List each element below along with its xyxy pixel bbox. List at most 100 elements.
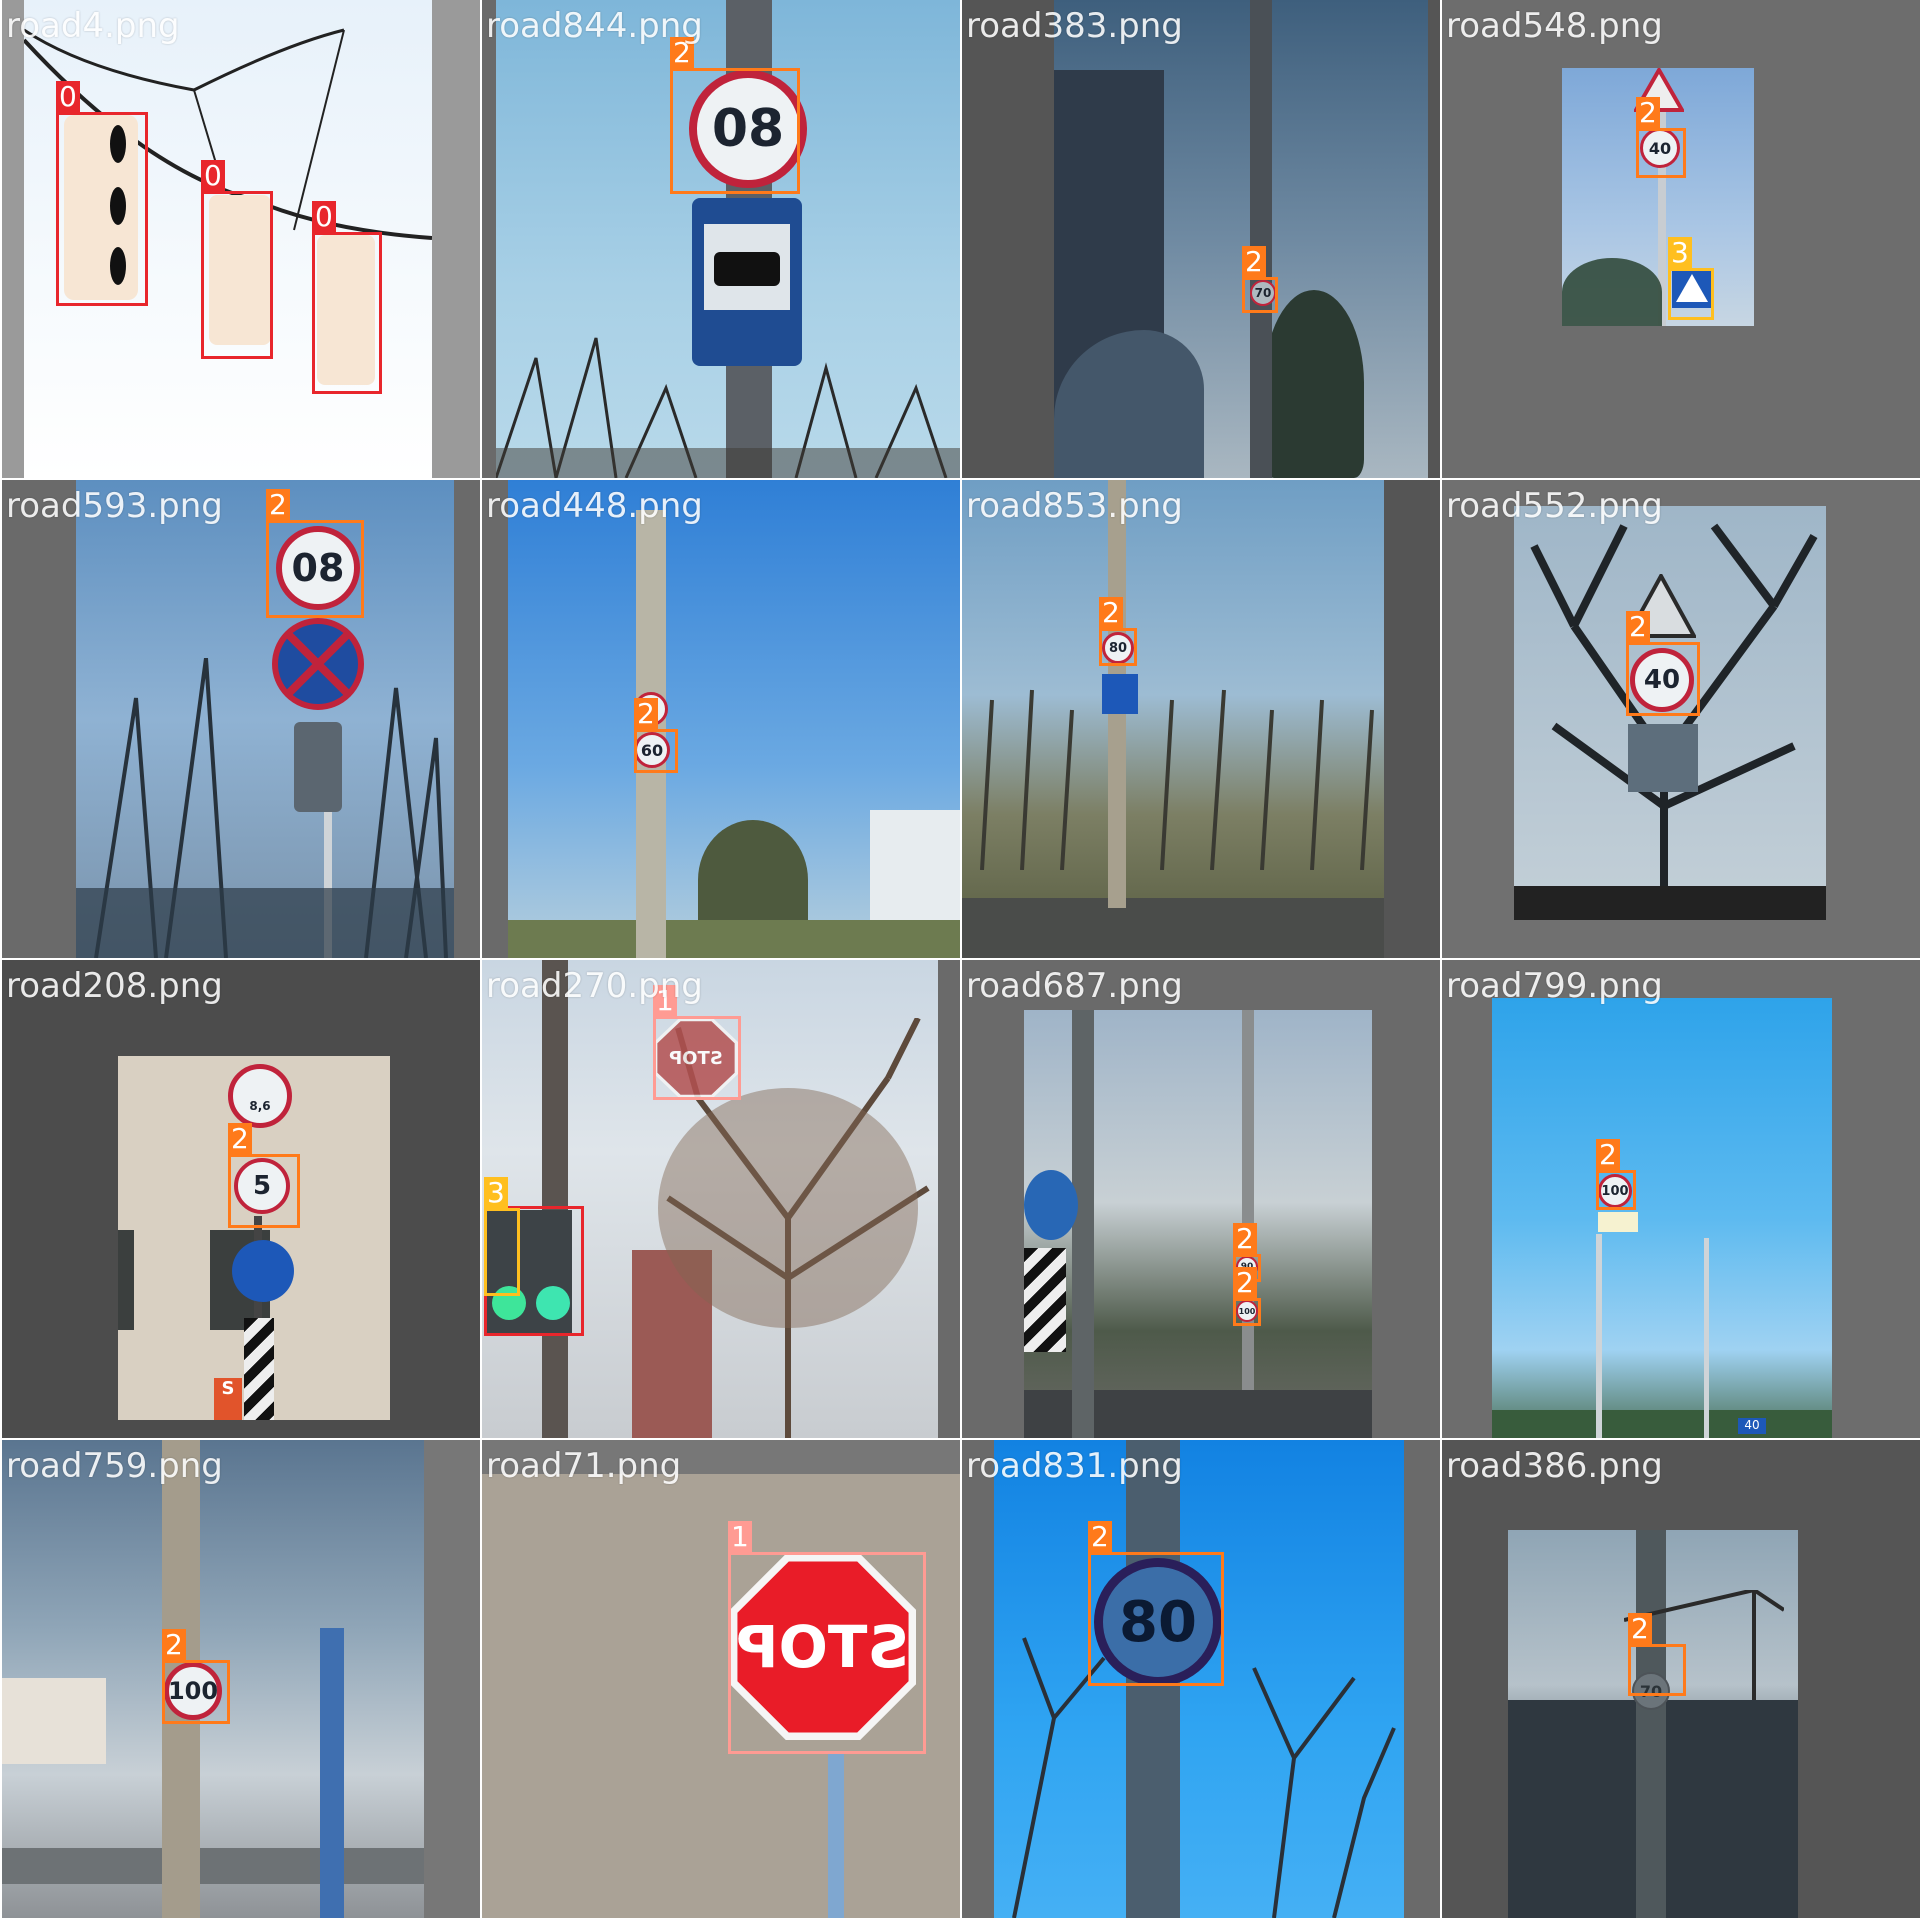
class-label: 2 xyxy=(1636,97,1660,129)
tree xyxy=(1264,290,1364,478)
bbox-class-2: 2 xyxy=(1596,1139,1636,1210)
bus-stop-sign xyxy=(692,198,802,366)
class-label: 2 xyxy=(228,1123,252,1155)
class-label: 1 xyxy=(728,1521,752,1553)
road xyxy=(962,898,1384,958)
pole xyxy=(1596,1234,1602,1438)
bbox-class-2: 2 xyxy=(634,698,678,773)
photo: 100 40 xyxy=(1492,998,1832,1438)
treeline xyxy=(1492,1410,1832,1438)
bbox-class-3: 3 xyxy=(484,1177,520,1296)
class-label: 2 xyxy=(1233,1223,1257,1255)
bbox-class-2: 2 xyxy=(162,1629,230,1724)
arrow-sign xyxy=(294,722,342,812)
class-label: 2 xyxy=(1099,597,1123,629)
photo: 90 100 xyxy=(1024,1010,1372,1438)
class-label: 0 xyxy=(56,81,80,113)
photo: 60 xyxy=(508,480,960,958)
tile-road593: 08 2 road593.png xyxy=(2,480,480,958)
filename-label: road208.png xyxy=(6,966,223,1006)
filename-label: road687.png xyxy=(966,966,1183,1006)
pole xyxy=(828,1754,844,1918)
class-label: 3 xyxy=(1668,237,1692,269)
photo: 70 xyxy=(1508,1530,1798,1918)
billboard xyxy=(2,1678,106,1764)
pole xyxy=(1250,0,1272,478)
filename-label: road4.png xyxy=(6,6,180,46)
trees xyxy=(76,658,454,958)
tile-road759: 100 2 road759.png xyxy=(2,1440,480,1918)
filename-label: road71.png xyxy=(486,1446,682,1486)
bbox-class-2: 2 xyxy=(266,489,364,618)
tile-road831: 80 2 road831.png xyxy=(962,1440,1440,1918)
class-label: 0 xyxy=(201,160,225,192)
pole xyxy=(1072,1010,1094,1438)
ground xyxy=(508,920,960,958)
class-label: 3 xyxy=(484,1177,508,1209)
tile-road386: 70 2 road386.png xyxy=(1442,1440,1920,1918)
filename-label: road548.png xyxy=(1446,6,1663,46)
filename-label: road759.png xyxy=(6,1446,223,1486)
bbox-class-0: 0 xyxy=(56,81,148,306)
class-label: 2 xyxy=(1088,1521,1112,1553)
bbox-class-2: 2 xyxy=(1233,1267,1261,1326)
pole xyxy=(1242,1010,1254,1390)
tile-road448: 60 2 road448.png xyxy=(482,480,960,958)
class-label: 2 xyxy=(1626,611,1650,643)
bbox-class-2: 2 xyxy=(1088,1521,1224,1686)
trees xyxy=(980,689,1374,870)
tile-road552: 40 2 road552.png xyxy=(1442,480,1920,958)
no-stopping-sign xyxy=(272,618,364,710)
tile-road844: 08 2 road844.png xyxy=(482,0,960,478)
truck-restriction-sign: 8,6 xyxy=(228,1064,292,1128)
tile-road799: 100 40 2 road799.png xyxy=(1442,960,1920,1438)
distant-sign: 40 xyxy=(1738,1418,1766,1434)
barrier-sign: S xyxy=(214,1378,242,1420)
tile-road270: STOP 1 3 road270.png xyxy=(482,960,960,1438)
pole xyxy=(1704,1238,1709,1438)
arrow-plate xyxy=(1598,1212,1638,1232)
class-label: 2 xyxy=(162,1629,186,1661)
photo: 8,6 5 S xyxy=(118,1056,390,1420)
bbox-class-0: 0 xyxy=(201,160,273,359)
class-label: 0 xyxy=(312,201,336,233)
class-label: 2 xyxy=(634,698,658,730)
filename-label: road270.png xyxy=(486,966,703,1006)
filename-label: road831.png xyxy=(966,1446,1183,1486)
filename-label: road386.png xyxy=(1446,1446,1663,1486)
bbox-class-2: 2 xyxy=(1626,611,1700,716)
class-label: 2 xyxy=(1233,1267,1257,1299)
bbox-class-2: 2 xyxy=(1636,97,1686,178)
detection-grid: 0 0 0 road4.png 08 2 road844.png 70 2 ro… xyxy=(0,0,1920,1920)
window xyxy=(118,1230,134,1330)
direction-sign xyxy=(1024,1170,1078,1240)
direction-sign xyxy=(232,1240,294,1302)
class-label: 2 xyxy=(266,489,290,521)
filename-label: road383.png xyxy=(966,6,1183,46)
class-label: 2 xyxy=(1628,1613,1652,1645)
class-label: 2 xyxy=(1596,1139,1620,1171)
tree xyxy=(1562,258,1662,326)
tile-road548: 40 2 3 road548.png xyxy=(1442,0,1920,478)
photo: 80 xyxy=(962,480,1384,958)
tile-road383: 70 2 road383.png xyxy=(962,0,1440,478)
bbox-class-2: 2 xyxy=(1242,246,1278,313)
photo: 70 xyxy=(1054,0,1428,478)
bbox-class-2: 2 xyxy=(670,37,800,194)
pole xyxy=(542,960,568,1438)
tile-road853: 80 2 road853.png xyxy=(962,480,1440,958)
bbox-class-2: 2 xyxy=(1099,597,1137,666)
photo: 08 xyxy=(76,480,454,958)
bbox-class-0: 0 xyxy=(312,201,382,394)
filename-label: road593.png xyxy=(6,486,223,526)
tile-road71: STOP 1 road71.png xyxy=(482,1440,960,1918)
filename-label: road552.png xyxy=(1446,486,1663,526)
class-label: 2 xyxy=(1242,246,1266,278)
bbox-class-2: 2 xyxy=(228,1123,300,1228)
bbox-class-3: 3 xyxy=(1668,237,1714,320)
tile-road208: 8,6 5 S 2 road208.png xyxy=(2,960,480,1438)
pole xyxy=(1636,1530,1666,1918)
filename-label: road799.png xyxy=(1446,966,1663,1006)
dead-end-sign xyxy=(1628,724,1698,792)
filename-label: road853.png xyxy=(966,486,1183,526)
